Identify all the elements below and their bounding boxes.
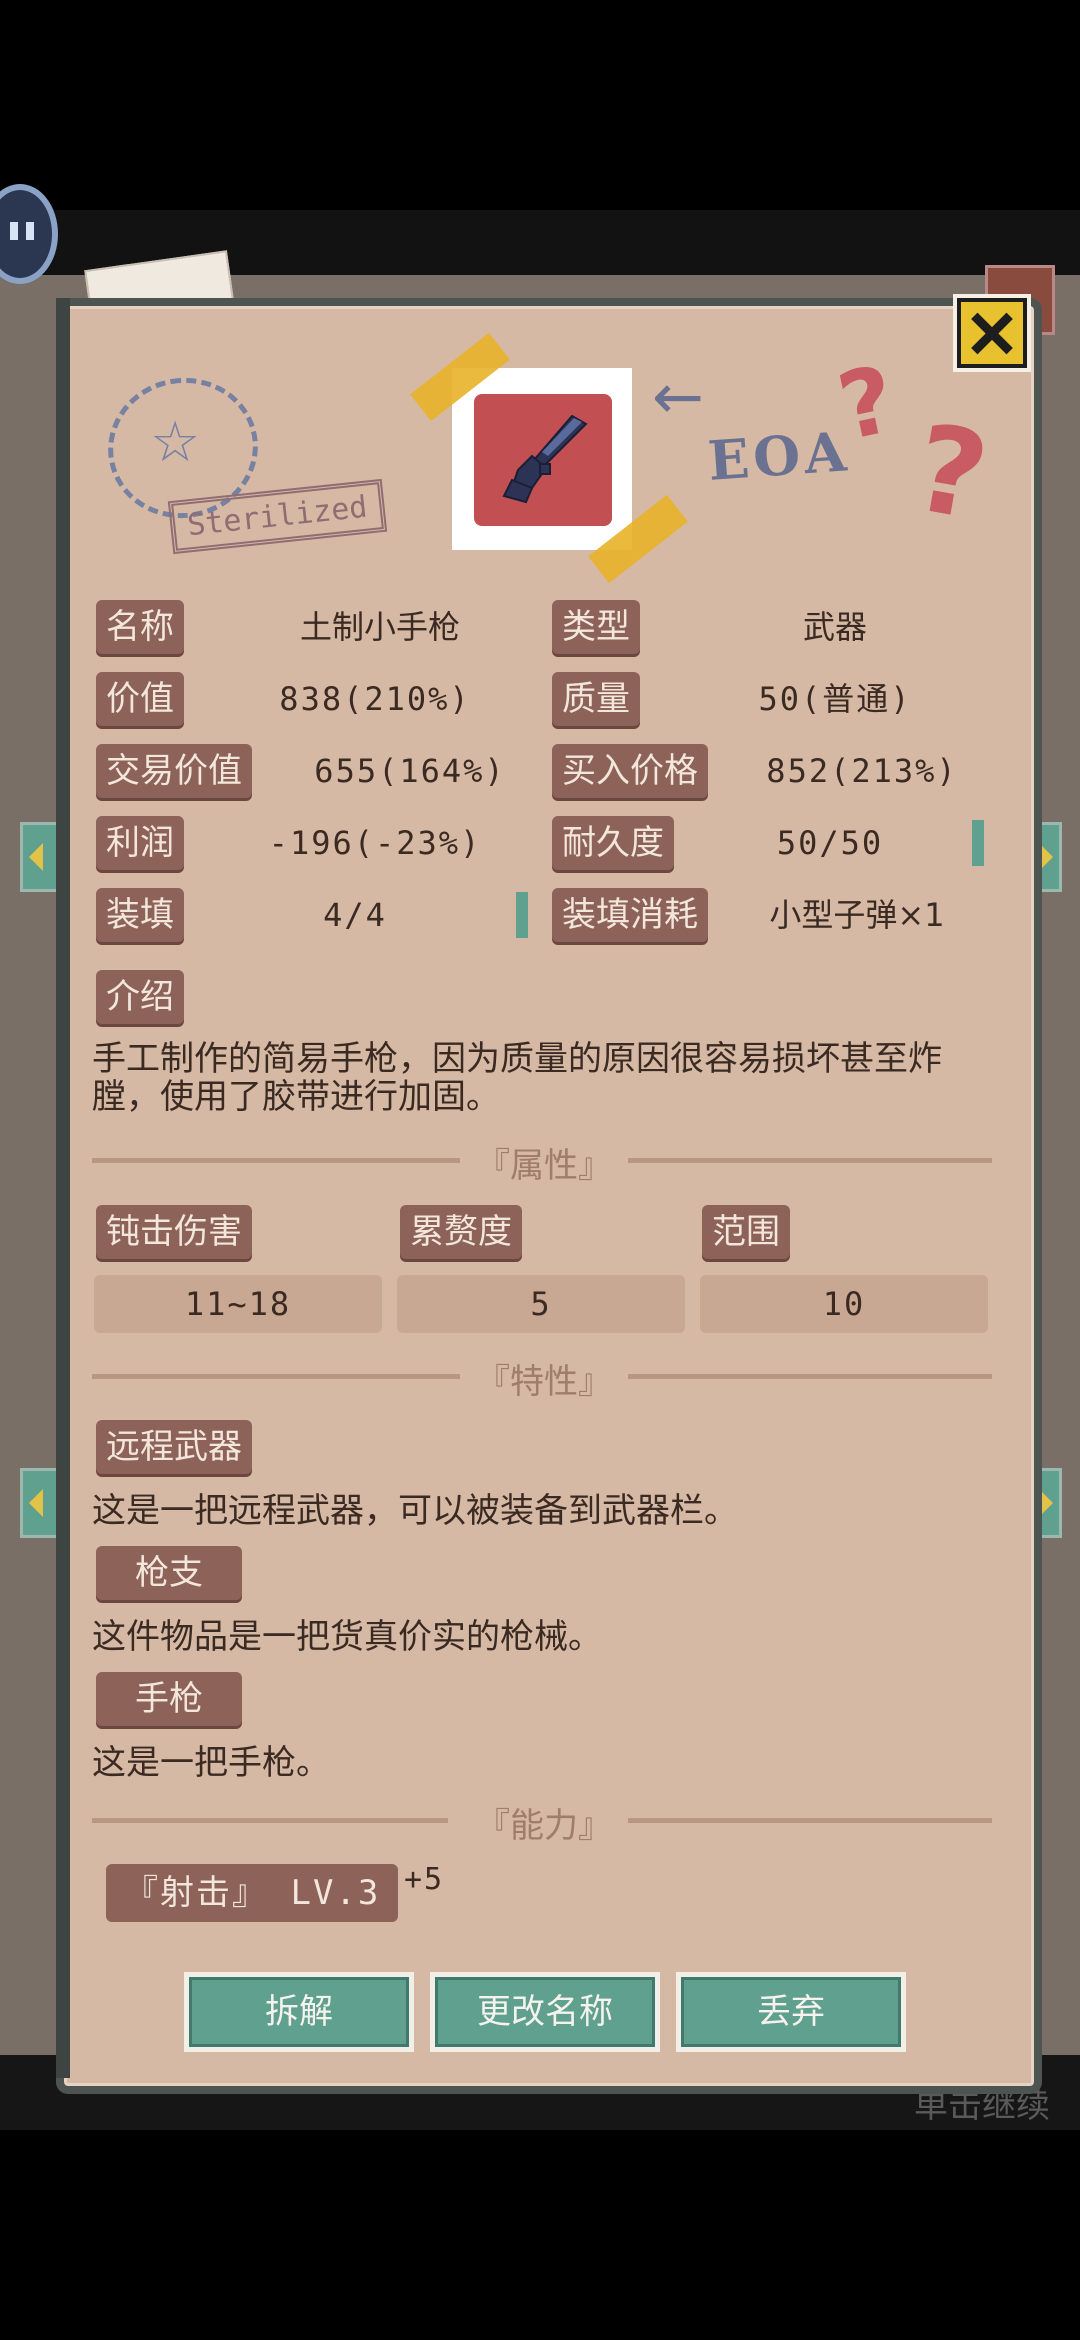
trait-description: 这是一把手枪。: [92, 1743, 330, 1783]
type-value: 武器: [802, 608, 867, 646]
name-value: 土制小手枪: [299, 608, 460, 646]
buy-price-label: 买入价格: [552, 744, 708, 798]
ammo-label: 装填: [96, 888, 184, 942]
durability-value: 50/50: [776, 824, 884, 862]
close-icon[interactable]: [957, 298, 1027, 368]
intro-text: 手工制作的简易手枪，因为质量的原因很容易损坏甚至炸膛，使用了胶带进行加固。: [92, 1039, 942, 1117]
divider: [92, 1374, 460, 1379]
trait-description: 这件物品是一把货真价实的枪械。: [92, 1617, 602, 1657]
profit-label: 利润: [96, 816, 184, 870]
trait-description: 这是一把远程武器，可以被装备到武器栏。: [92, 1491, 738, 1531]
pistol-icon: [502, 414, 588, 504]
traits-title: 『特性』: [476, 1362, 612, 1402]
abilities-title: 『能力』: [476, 1806, 612, 1846]
divider: [628, 1818, 992, 1823]
divider: [92, 1818, 448, 1823]
left-arrow-icon[interactable]: [20, 822, 60, 892]
intro-label: 介绍: [96, 970, 184, 1024]
value-label: 价值: [96, 672, 184, 726]
profit-value: -196(-23%): [268, 824, 482, 862]
item-image: [474, 394, 612, 526]
dismantle-button[interactable]: 拆解: [184, 1972, 414, 2052]
divider: [628, 1374, 992, 1379]
attributes-title: 『属性』: [476, 1146, 612, 1186]
attribute-label: 累赘度: [400, 1205, 522, 1259]
value-value: 838(210%): [279, 680, 471, 718]
type-label: 类型: [552, 600, 640, 654]
ammo-value: 4/4: [323, 896, 387, 934]
trade-value: 655(164%): [314, 752, 506, 790]
trait-label: 远程武器: [96, 1420, 252, 1474]
buy-price-value: 852(213%): [766, 752, 958, 790]
trade-value-label: 交易价值: [96, 744, 252, 798]
durability-bar: [972, 820, 984, 866]
divider: [628, 1158, 992, 1163]
durability-label: 耐久度: [552, 816, 674, 870]
attribute-value: 10: [700, 1275, 988, 1333]
trait-label: 手枪: [96, 1672, 242, 1726]
attribute-value: 5: [397, 1275, 685, 1333]
doodle-eoa-text: EOA: [705, 419, 853, 493]
quality-label: 质量: [552, 672, 640, 726]
attribute-value: 11~18: [94, 1275, 382, 1333]
attribute-label: 钝击伤害: [96, 1205, 252, 1259]
rename-button[interactable]: 更改名称: [430, 1972, 660, 2052]
ability-bonus: +5: [404, 1862, 445, 1897]
panel-edge: [56, 298, 70, 2078]
name-label: 名称: [96, 600, 184, 654]
divider: [92, 1158, 460, 1163]
ability-label: 『射击』 LV.3: [106, 1864, 399, 1922]
quality-value: 50(普通): [758, 680, 912, 718]
ammo-cost-value: 小型子弹×1: [769, 896, 945, 934]
doodle-arrow-icon: ←: [652, 360, 704, 433]
left-arrow-icon[interactable]: [20, 1468, 60, 1538]
trait-label: 枪支: [96, 1546, 242, 1600]
ammo-cost-label: 装填消耗: [552, 888, 708, 942]
attribute-label: 范围: [702, 1205, 790, 1259]
discard-button[interactable]: 丢弃: [676, 1972, 906, 2052]
star-icon: ☆: [150, 410, 201, 475]
ammo-bar: [516, 892, 528, 938]
